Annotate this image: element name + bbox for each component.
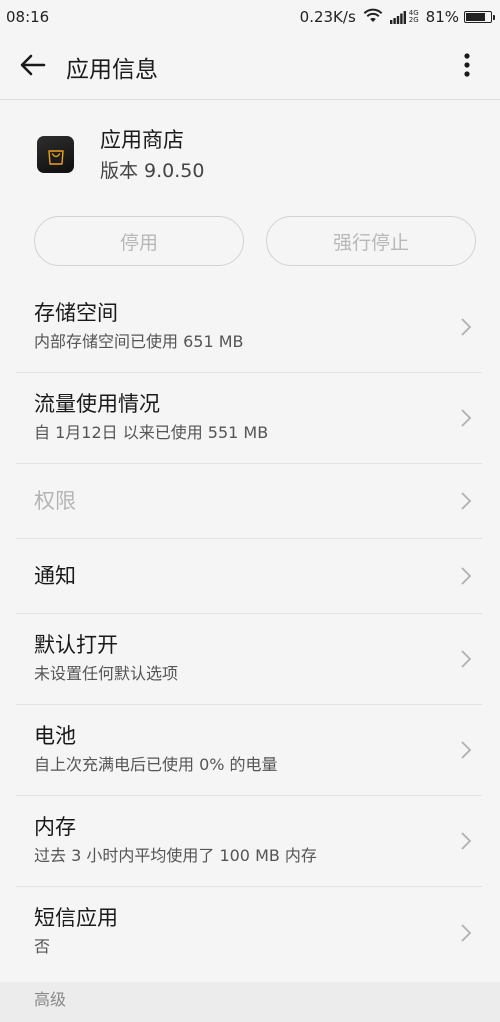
section-header-label: 高级 xyxy=(34,990,67,1009)
settings-item-data-usage[interactable]: 流量使用情况 自 1月12日 以来已使用 551 MB xyxy=(16,373,482,464)
app-version: 版本 9.0.50 xyxy=(100,160,205,182)
settings-list: 存储空间 内部存储空间已使用 651 MB 流量使用情况 自 1月12日 以来已… xyxy=(0,282,500,978)
chevron-right-icon xyxy=(461,567,472,585)
signal-icon: 4G 2G xyxy=(389,10,419,24)
settings-item-storage[interactable]: 存储空间 内部存储空间已使用 651 MB xyxy=(16,282,482,373)
settings-item-sms-app[interactable]: 短信应用 否 xyxy=(16,887,482,978)
chevron-right-icon xyxy=(461,492,472,510)
settings-item-battery[interactable]: 电池 自上次充满电后已使用 0% 的电量 xyxy=(16,705,482,796)
chevron-right-icon xyxy=(461,409,472,427)
disable-button[interactable]: 停用 xyxy=(34,216,244,266)
battery-fill xyxy=(466,13,486,21)
settings-item-title: 流量使用情况 xyxy=(34,392,160,416)
section-header-advanced: 高级 xyxy=(0,982,500,1022)
chevron-right-icon xyxy=(461,832,472,850)
force-stop-button[interactable]: 强行停止 xyxy=(266,216,476,266)
status-time: 08:16 xyxy=(6,8,50,26)
back-arrow-icon xyxy=(20,54,46,80)
battery-indicator: 81% xyxy=(425,8,495,26)
wifi-icon xyxy=(363,8,383,27)
settings-item-subtitle: 过去 3 小时内平均使用了 100 MB 内存 xyxy=(34,846,317,865)
settings-item-title: 内存 xyxy=(34,815,76,839)
settings-item-subtitle: 自上次充满电后已使用 0% 的电量 xyxy=(34,755,278,774)
more-vertical-icon xyxy=(464,53,470,81)
settings-item-title: 电池 xyxy=(34,724,76,748)
app-header: 应用商店 版本 9.0.50 xyxy=(0,100,500,210)
network-type-bottom: 2G xyxy=(408,16,419,24)
settings-item-subtitle: 自 1月12日 以来已使用 551 MB xyxy=(34,423,269,442)
status-indicators: 0.23K/s 4G 2G 81% xyxy=(299,8,495,27)
back-button[interactable] xyxy=(18,52,48,82)
battery-percent: 81% xyxy=(425,8,459,26)
chevron-right-icon xyxy=(461,923,472,942)
app-bar: 应用信息 xyxy=(0,34,500,100)
network-speed: 0.23K/s xyxy=(299,8,356,26)
page-title: 应用信息 xyxy=(66,56,158,83)
chevron-right-icon xyxy=(461,318,472,336)
settings-item-memory[interactable]: 内存 过去 3 小时内平均使用了 100 MB 内存 xyxy=(16,796,482,887)
settings-item-open-by-default[interactable]: 默认打开 未设置任何默认选项 xyxy=(16,614,482,705)
settings-item-title: 存储空间 xyxy=(34,301,118,325)
settings-item-title: 短信应用 xyxy=(34,906,118,930)
chevron-right-icon xyxy=(461,741,472,759)
shopping-bag-icon xyxy=(37,136,74,173)
app-name: 应用商店 xyxy=(100,128,184,152)
settings-item-permissions[interactable]: 权限 xyxy=(16,464,482,539)
settings-item-title: 通知 xyxy=(34,564,76,588)
chevron-right-icon xyxy=(461,650,472,668)
battery-icon xyxy=(464,11,495,23)
settings-item-subtitle: 内部存储空间已使用 651 MB xyxy=(34,332,244,351)
network-type: 4G 2G xyxy=(409,10,419,24)
settings-item-title: 权限 xyxy=(34,489,76,513)
more-options-button[interactable] xyxy=(452,52,482,82)
settings-item-notifications[interactable]: 通知 xyxy=(16,539,482,614)
settings-item-subtitle: 否 xyxy=(34,937,51,956)
status-bar: 08:16 0.23K/s 4G 2G 81% xyxy=(0,0,500,34)
settings-item-subtitle: 未设置任何默认选项 xyxy=(34,664,179,683)
settings-item-title: 默认打开 xyxy=(34,633,118,657)
